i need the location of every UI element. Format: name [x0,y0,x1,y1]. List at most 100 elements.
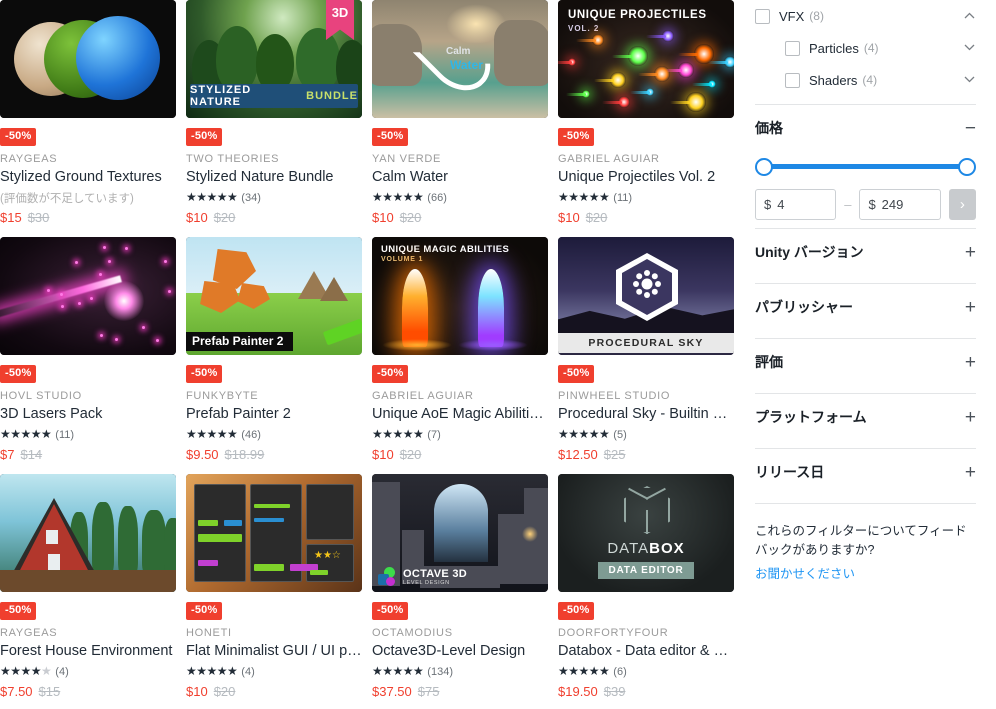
product-title[interactable]: Procedural Sky - Builtin & ... [558,405,734,423]
rating-row: ★★★★★ (4) [186,664,362,678]
product-title[interactable]: Flat Minimalist GUI / UI pa... [186,642,362,660]
discount-badge: -50% [186,365,222,383]
publisher-name[interactable]: FUNKYBYTE [186,390,362,402]
price-section-header[interactable]: 価格 − [755,105,976,151]
publisher-name[interactable]: YAN VERDE [372,153,548,165]
price-apply-button[interactable]: › [949,189,976,220]
discount-badge: -50% [0,365,36,383]
star-rating: ★★★★★ [558,190,609,204]
product-title[interactable]: Forest House Environment [0,642,176,660]
section-header[interactable]: Unity バージョン + [755,229,976,275]
product-card[interactable]: UNIQUE MAGIC ABILITIES VOLUME 1 -50% GABRIE… [372,237,558,474]
product-card[interactable]: STYLIZED NATURE BUNDLE 3D -50% TWO THEORIES S… [186,0,372,237]
product-card[interactable]: UNIQUE PROJECTILES VOL. 2 -50% GABRIEL AGUI… [558,0,744,237]
star-rating: ★★★★★ [186,190,237,204]
section-header[interactable]: リリース日 + [755,449,976,495]
review-count: (4) [241,666,254,678]
product-title[interactable]: Stylized Nature Bundle [186,168,362,186]
product-thumbnail[interactable]: UNIQUE MAGIC ABILITIES VOLUME 1 [372,237,548,355]
filter-section: 評価 + [755,338,976,385]
chevron-up-icon[interactable] [962,11,976,22]
section-header[interactable]: 評価 + [755,339,976,385]
product-card[interactable]: Prefab Painter 2 -50% FUNKYBYTE Prefab Pain… [186,237,372,474]
product-meta: -50% PINWHEEL STUDIO Procedural Sky - Buil… [558,355,734,462]
expand-icon[interactable]: + [965,243,976,262]
product-title[interactable]: Unique AoE Magic Abilities... [372,405,548,423]
price-range-slider[interactable] [755,153,976,179]
product-meta: -50% HONETI Flat Minimalist GUI / UI pa...… [186,592,362,699]
product-thumbnail[interactable]: UNIQUE PROJECTILES VOL. 2 [558,0,734,118]
product-thumbnail[interactable] [0,474,176,592]
facet-row-vfx[interactable]: VFX (8) [755,0,976,32]
facet-count: (4) [864,41,879,55]
product-thumbnail[interactable]: ★★☆ [186,474,362,592]
section-header[interactable]: パブリッシャー + [755,284,976,330]
collapse-icon[interactable]: − [965,119,976,138]
product-card[interactable]: DATABOX DATA EDITOR -50% DOORFORTYFOUR Datab… [558,474,744,709]
checkbox-shaders[interactable] [785,73,800,88]
expand-icon[interactable]: + [965,298,976,317]
product-thumbnail[interactable] [0,0,176,118]
expand-icon[interactable]: + [965,353,976,372]
thumb-caption: PROCEDURAL SKY [558,333,734,353]
section-title: 評価 [755,352,783,372]
product-thumbnail[interactable] [0,237,176,355]
filter-feedback-link[interactable]: お聞かせください [755,565,855,584]
discount-badge: -50% [558,128,594,146]
publisher-name[interactable]: RAYGEAS [0,153,176,165]
product-card[interactable]: ★★☆ -50% HONETI Flat Minimalist GUI / UI pa… [186,474,372,709]
slider-knob-max[interactable] [958,158,976,176]
product-title[interactable]: Databox - Data editor & sa... [558,642,734,660]
product-title[interactable]: 3D Lasers Pack [0,405,176,423]
rating-row: ★★★★★ (134) [372,664,548,678]
product-thumbnail[interactable]: STYLIZED NATURE BUNDLE 3D [186,0,362,118]
publisher-name[interactable]: DOORFORTYFOUR [558,627,734,639]
discount-badge: -50% [558,365,594,383]
product-card[interactable]: OCTAVE 3D LEVEL DESIGN -50% OCTAMODIUS Octav… [372,474,558,709]
review-count: (34) [241,192,261,204]
product-card[interactable]: -50% RAYGEAS Forest House Environment ★★★★★… [0,474,186,709]
product-title[interactable]: Unique Projectiles Vol. 2 [558,168,734,186]
publisher-name[interactable]: GABRIEL AGUIAR [372,390,548,402]
publisher-name[interactable]: PINWHEEL STUDIO [558,390,734,402]
price-max-input[interactable]: $ 249 [859,189,940,220]
publisher-name[interactable]: HOVL STUDIO [0,390,176,402]
product-thumbnail[interactable]: PROCEDURAL SKY [558,237,734,355]
checkbox-vfx[interactable] [755,9,770,24]
price-min-input[interactable]: $ 4 [755,189,836,220]
current-price: $19.50 [558,684,598,699]
original-price: $20 [214,210,236,225]
facet-row-particles[interactable]: Particles (4) [755,32,976,64]
current-price: $10 [558,210,580,225]
product-title[interactable]: Octave3D-Level Design [372,642,548,660]
product-card[interactable]: PROCEDURAL SKY -50% PINWHEEL STUDIO Procedu… [558,237,744,474]
publisher-name[interactable]: HONETI [186,627,362,639]
product-title[interactable]: Prefab Painter 2 [186,405,362,423]
original-price: $20 [400,210,422,225]
chevron-down-icon[interactable] [962,43,976,54]
product-card[interactable]: -50% RAYGEAS Stylized Ground Textures (評価数が… [0,0,186,237]
product-card[interactable]: -50% HOVL STUDIO 3D Lasers Pack ★★★★★ (11) $7… [0,237,186,474]
thumb-caption: Prefab Painter 2 [186,332,293,351]
checkbox-particles[interactable] [785,41,800,56]
publisher-name[interactable]: OCTAMODIUS [372,627,548,639]
product-thumbnail[interactable]: Calm Water [372,0,548,118]
product-thumbnail[interactable]: Prefab Painter 2 [186,237,362,355]
chevron-down-icon[interactable] [962,75,976,86]
expand-icon[interactable]: + [965,463,976,482]
review-count: (66) [427,192,447,204]
facet-row-shaders[interactable]: Shaders (4) [755,64,976,96]
product-title[interactable]: Stylized Ground Textures [0,168,176,186]
publisher-name[interactable]: RAYGEAS [0,627,176,639]
section-header[interactable]: プラットフォーム + [755,394,976,440]
product-thumbnail-art [0,474,176,592]
publisher-name[interactable]: GABRIEL AGUIAR [558,153,734,165]
expand-icon[interactable]: + [965,408,976,427]
product-thumbnail[interactable]: DATABOX DATA EDITOR [558,474,734,592]
product-thumbnail[interactable]: OCTAVE 3D LEVEL DESIGN [372,474,548,592]
original-price: $20 [214,684,236,699]
publisher-name[interactable]: TWO THEORIES [186,153,362,165]
product-title[interactable]: Calm Water [372,168,548,186]
slider-knob-min[interactable] [755,158,773,176]
product-card[interactable]: Calm Water -50% YAN VERDE Calm Water ★★★★★ (66… [372,0,558,237]
